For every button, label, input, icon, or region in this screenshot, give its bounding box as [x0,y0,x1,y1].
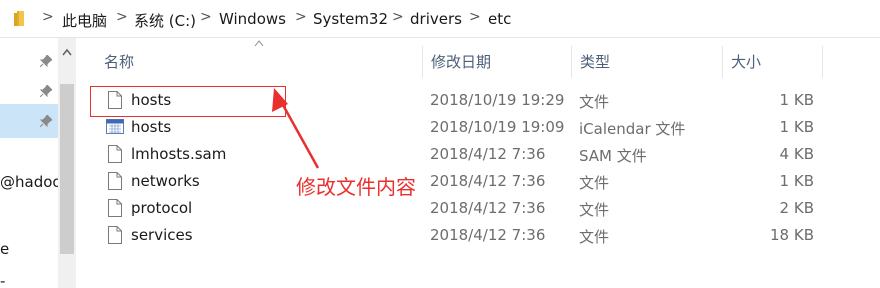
file-row[interactable]: hosts 2018/10/19 19:09 iCalendar 文件 1 KB [88,114,823,141]
file-date: 2018/10/19 19:29 [430,91,565,109]
scroll-up-icon[interactable] [62,48,72,56]
breadcrumb-system-c[interactable]: 系统 (C:) [134,10,196,31]
breadcrumb-separator: > [295,9,307,25]
file-type: SAM 文件 [579,147,647,165]
address-bar[interactable]: > 此电脑 > 系统 (C:) > Windows > System32 > d… [0,0,880,38]
navigation-pane: @hadoop e - [0,38,78,288]
breadcrumb-system32[interactable]: System32 [313,10,388,28]
folder-icon [14,11,24,26]
file-name: networks [131,172,200,190]
column-divider[interactable] [822,46,823,78]
file-name: services [131,226,193,244]
annotation-highlight-box [90,86,286,117]
nav-item-e[interactable]: e [0,240,58,258]
file-date: 2018/4/12 7:36 [430,226,546,244]
breadcrumb-this-pc[interactable]: 此电脑 [62,10,107,31]
blank-file-icon [108,226,122,244]
file-row[interactable]: networks 2018/4/12 7:36 文件 1 KB [88,168,823,195]
column-header-type[interactable]: 类型 [572,46,722,78]
file-type: 文件 [579,93,610,111]
pin-icon[interactable] [40,55,52,67]
breadcrumb-separator: > [392,9,404,25]
blank-file-icon [108,172,122,190]
file-row[interactable]: lmhosts.sam 2018/4/12 7:36 SAM 文件 4 KB [88,141,823,168]
calendar-file-icon [106,119,124,134]
file-size: 4 KB [779,145,814,163]
file-date: 2018/10/19 19:09 [430,118,565,136]
pin-icon[interactable] [40,85,52,97]
file-row[interactable]: services 2018/4/12 7:36 文件 18 KB [88,222,823,249]
file-type: iCalendar 文件 [579,120,686,138]
breadcrumb-separator: > [469,9,481,25]
column-header-size[interactable]: 大小 [723,46,823,78]
file-name: hosts [131,118,172,136]
nav-item-hadoop[interactable]: @hadoop [0,173,58,191]
file-date: 2018/4/12 7:36 [430,145,546,163]
nav-scrollbar[interactable] [58,38,76,288]
breadcrumb-drivers[interactable]: drivers [410,10,462,28]
nav-item-partial[interactable]: - [0,272,58,288]
file-date: 2018/4/12 7:36 [430,172,546,190]
blank-file-icon [108,199,122,217]
annotation-arrow [272,88,320,169]
file-name: protocol [131,199,193,217]
annotation-text: 修改文件内容 [296,175,416,199]
file-size: 1 KB [779,91,814,109]
breadcrumb-separator: > [116,9,128,25]
scrollbar-thumb[interactable] [60,84,74,254]
file-type: 文件 [579,201,610,219]
pin-icon[interactable] [40,115,52,127]
file-date: 2018/4/12 7:36 [430,199,546,217]
file-size: 1 KB [779,172,814,190]
breadcrumb-separator: > [200,9,212,25]
column-header-name[interactable]: 名称 [96,46,422,78]
breadcrumb-separator: > [42,9,54,25]
file-type: 文件 [579,174,610,192]
breadcrumb-etc[interactable]: etc [488,10,511,28]
blank-file-icon [108,145,122,163]
column-header-date[interactable]: 修改日期 [423,46,571,78]
file-name: lmhosts.sam [131,145,227,163]
breadcrumb-windows[interactable]: Windows [219,10,286,28]
file-row[interactable]: protocol 2018/4/12 7:36 文件 2 KB [88,195,823,222]
file-size: 2 KB [779,199,814,217]
file-size: 18 KB [770,226,814,244]
file-type: 文件 [579,228,610,246]
file-size: 1 KB [779,118,814,136]
